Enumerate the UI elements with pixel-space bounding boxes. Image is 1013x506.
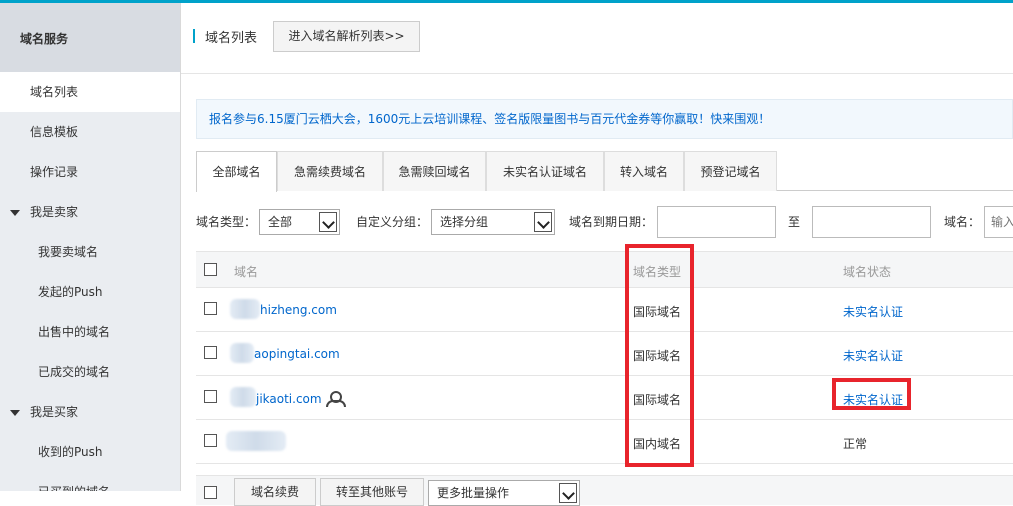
main-content: 域名列表 进入域名解析列表>> 报名参与6.15厦门云栖大会，1600元上云培训… xyxy=(181,3,1013,506)
domain-type: 国际域名 xyxy=(633,349,682,363)
redacted-blur xyxy=(230,343,254,363)
expire-start-input[interactable] xyxy=(657,206,776,238)
select-all-checkbox[interactable] xyxy=(204,263,217,276)
table-row: 国内域名 正常 xyxy=(196,420,1013,464)
sidebar-group-buyer[interactable]: 我是买家 xyxy=(0,392,180,432)
table-row: jikaoti.com 国际域名 未实名认证 xyxy=(196,376,1013,420)
custom-group-select[interactable]: 选择分组 xyxy=(431,209,555,235)
domain-type-value: 全部 xyxy=(268,215,293,229)
tab-transfer-in[interactable]: 转入域名 xyxy=(604,151,684,191)
header-divider xyxy=(181,73,1013,74)
sidebar-group-label: 我是卖家 xyxy=(30,205,79,219)
domain-type: 国内域名 xyxy=(633,437,682,451)
sidebar: 域名服务 域名列表 信息模板 操作记录 我是卖家 我要卖域名 发起的Push 出… xyxy=(0,3,180,491)
domain-link[interactable]: jikaoti.com xyxy=(256,392,322,406)
status-link[interactable]: 未实名认证 xyxy=(843,347,903,364)
column-status: 域名状态 xyxy=(843,265,892,279)
expire-date-label: 域名到期日期： xyxy=(569,215,654,229)
custom-group-value: 选择分组 xyxy=(440,215,489,229)
column-domain: 域名 xyxy=(234,265,259,279)
domain-search-label: 域名： xyxy=(944,215,981,229)
filter-bar: 域名类型： 全部 自定义分组： 选择分组 域名到期日期： 至 域名： xyxy=(196,204,1013,238)
batch-action-bar: 域名续费 转至其他账号 更多批量操作 xyxy=(196,475,1013,506)
redacted-blur xyxy=(230,387,256,407)
status-text: 正常 xyxy=(843,437,868,451)
more-batch-value: 更多批量操作 xyxy=(437,486,510,500)
domain-table: 域名 域名类型 域名状态 hizheng.com 国际域名 未实名认证 aopi… xyxy=(196,251,1013,464)
domain-link[interactable]: aopingtai.com xyxy=(254,347,340,361)
row-checkbox[interactable] xyxy=(204,346,217,359)
row-checkbox[interactable] xyxy=(204,390,217,403)
chevron-down-icon xyxy=(319,212,337,232)
sidebar-item-operation-log[interactable]: 操作记录 xyxy=(0,152,180,192)
sidebar-group-seller[interactable]: 我是卖家 xyxy=(0,192,180,232)
sidebar-item-received-push[interactable]: 收到的Push xyxy=(0,432,180,472)
table-row: hizheng.com 国际域名 未实名认证 xyxy=(196,288,1013,332)
transfer-account-button[interactable]: 转至其他账号 xyxy=(320,478,424,506)
date-to-label: 至 xyxy=(788,215,801,229)
domain-tabs: 全部域名 急需续费域名 急需赎回域名 未实名认证域名 转入域名 预登记域名 xyxy=(196,151,1013,192)
tab-redeem-urgent[interactable]: 急需赎回域名 xyxy=(383,151,486,191)
caret-down-icon xyxy=(10,409,20,416)
domain-type: 国际域名 xyxy=(633,305,682,319)
sidebar-item-domain-list[interactable]: 域名列表 xyxy=(0,72,180,112)
sidebar-item-sent-push[interactable]: 发起的Push xyxy=(0,272,180,312)
title-accent-mark xyxy=(193,29,195,43)
user-group-icon[interactable] xyxy=(325,391,346,407)
table-row: aopingtai.com 国际域名 未实名认证 xyxy=(196,332,1013,376)
tab-unverified[interactable]: 未实名认证域名 xyxy=(486,151,604,191)
sidebar-item-on-sale[interactable]: 出售中的域名 xyxy=(0,312,180,352)
chevron-down-icon xyxy=(559,483,577,503)
domain-link[interactable]: hizheng.com xyxy=(260,303,337,317)
custom-group-label: 自定义分组： xyxy=(356,215,429,229)
redacted-blur xyxy=(230,299,260,319)
domain-type: 国际域名 xyxy=(633,393,682,407)
sidebar-header: 域名服务 xyxy=(0,3,180,72)
domain-type-select[interactable]: 全部 xyxy=(259,209,340,235)
tab-renew-urgent[interactable]: 急需续费域名 xyxy=(277,151,383,191)
footer-select-all-checkbox[interactable] xyxy=(204,486,217,499)
sidebar-item-sell-domain[interactable]: 我要卖域名 xyxy=(0,232,180,272)
domain-search-input[interactable] xyxy=(984,206,1013,238)
promo-notice[interactable]: 报名参与6.15厦门云栖大会，1600元上云培训课程、签名版限量图书与百元代金券… xyxy=(196,99,1013,139)
tab-all-domains[interactable]: 全部域名 xyxy=(196,151,277,192)
tab-preregister[interactable]: 预登记域名 xyxy=(684,151,777,191)
sidebar-item-bought[interactable]: 已买到的域名 xyxy=(0,472,180,491)
status-link[interactable]: 未实名认证 xyxy=(843,303,903,320)
status-link[interactable]: 未实名认证 xyxy=(843,391,903,408)
redacted-blur xyxy=(226,431,286,451)
sidebar-item-info-template[interactable]: 信息模板 xyxy=(0,112,180,152)
sidebar-group-label: 我是买家 xyxy=(30,405,79,419)
page-title: 域名列表 xyxy=(205,31,258,46)
goto-dns-list-button[interactable]: 进入域名解析列表>> xyxy=(273,21,420,52)
caret-down-icon xyxy=(10,209,20,216)
domain-cell: jikaoti.com xyxy=(256,391,346,407)
row-checkbox[interactable] xyxy=(204,434,217,447)
sidebar-item-sold[interactable]: 已成交的域名 xyxy=(0,352,180,392)
expire-end-input[interactable] xyxy=(812,206,931,238)
table-header: 域名 域名类型 域名状态 xyxy=(196,251,1013,288)
more-batch-select[interactable]: 更多批量操作 xyxy=(428,480,580,506)
chevron-down-icon xyxy=(534,212,552,232)
row-checkbox[interactable] xyxy=(204,302,217,315)
column-type: 域名类型 xyxy=(633,265,682,279)
renew-button[interactable]: 域名续费 xyxy=(234,478,316,506)
domain-type-label: 域名类型： xyxy=(196,215,257,229)
